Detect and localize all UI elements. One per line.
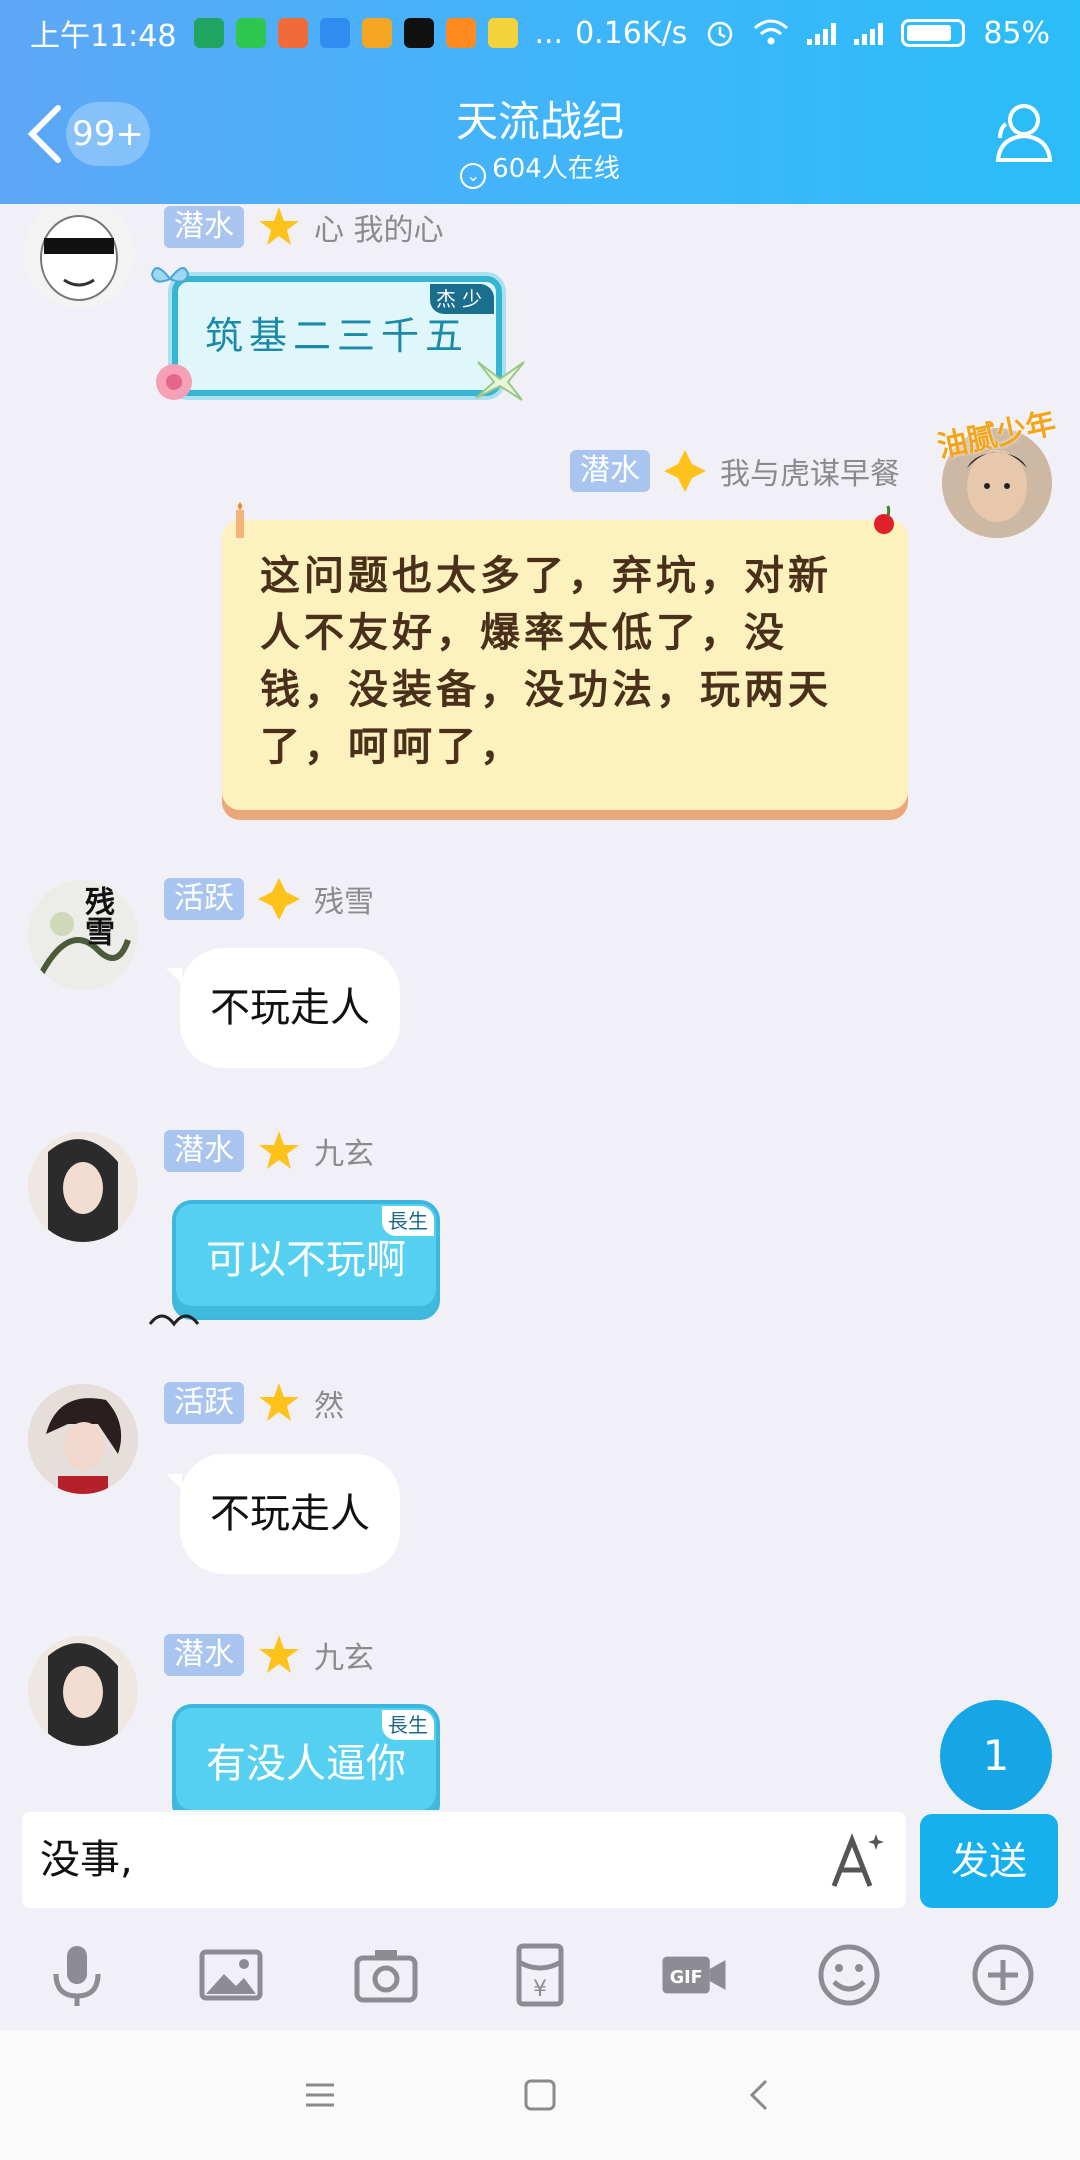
red-packet-icon[interactable]: ¥ [505, 1940, 575, 2010]
menu-icon[interactable] [300, 2075, 340, 2115]
chevron-down-circle-icon: ⌄ [460, 163, 487, 189]
member-level-tag: 潜水 [164, 1634, 244, 1676]
nav-back-icon[interactable] [740, 2075, 780, 2115]
status-bar: 上午11:48 ... 0.16K/s 85% [0, 0, 1080, 66]
message-input-text: 没事, [40, 1837, 133, 1883]
shield-app-icon [194, 18, 225, 48]
plus-icon[interactable] [968, 1940, 1038, 2010]
signal-icon-2 [854, 21, 884, 45]
top-bar: 上午11:48 ... 0.16K/s 85% 99+ 天流战纪 ⌄ 604人在… [0, 0, 1080, 204]
battery-percent: 85% [983, 15, 1050, 51]
wechat-icon [236, 18, 267, 48]
message-text: 这问题也太多了，弃坑，对新人不友好，爆率太低了，没钱，没装备，没功法，玩两天了，… [260, 553, 832, 770]
alarm-icon [708, 21, 733, 47]
message-text: 筑基二三千五 [204, 314, 469, 358]
bubble-corner-tag: 杰少 [430, 284, 494, 314]
status-time: 上午11:48 [30, 19, 177, 54]
message-app-icon [320, 18, 351, 48]
avatar[interactable] [28, 1636, 138, 1746]
online-count[interactable]: ⌄ 604人在线 [0, 148, 1080, 189]
sender-meta: 活跃 残雪 [164, 876, 374, 922]
system-nav-bar [0, 2030, 1080, 2160]
lily-decoration-icon [475, 361, 525, 401]
message-text: 不玩走人 [210, 1491, 370, 1537]
sender-name: 残雪 [314, 885, 374, 920]
bubble-corner-tag: 長生 [382, 1710, 434, 1740]
message-text: 可以不玩啊 [206, 1237, 406, 1283]
member-level-tag: 潜水 [570, 450, 650, 492]
sender-meta: 潜水 九玄 [164, 1632, 374, 1678]
image-icon[interactable] [196, 1940, 266, 2010]
sender-meta: 潜水 九玄 [164, 1128, 374, 1174]
avatar[interactable] [24, 204, 134, 308]
online-count-text: 604人在线 [492, 154, 620, 184]
svg-text:¥: ¥ [533, 1977, 547, 2002]
signal-icon-1 [807, 21, 837, 45]
sender-name: 心 我的心 [314, 213, 444, 248]
message-bubble[interactable]: 不玩走人 [166, 1454, 400, 1574]
font-style-icon[interactable] [824, 1828, 888, 1892]
sender-meta: 潜水 我与虎谋早餐 [570, 448, 900, 494]
avatar-caption: 残雪 [79, 886, 114, 946]
bubble-corner-tag: 長生 [382, 1206, 434, 1236]
tiktok-icon [404, 18, 435, 48]
composer-bar: 没事, 发送 [0, 1810, 1080, 1920]
avatar[interactable] [28, 1132, 138, 1242]
message-text: 有没人逼你 [206, 1741, 406, 1787]
group-title[interactable]: 天流战纪 [0, 88, 1080, 149]
avatar[interactable] [28, 1384, 138, 1494]
star-icon [259, 1131, 299, 1169]
star-icon [259, 1635, 299, 1673]
member-level-tag: 活跃 [164, 878, 244, 920]
member-level-tag: 活跃 [164, 1382, 244, 1424]
candle-decoration-icon [236, 502, 244, 538]
more-notifications: ... [534, 15, 564, 51]
message-bubble[interactable]: 筑基二三千五 杰少 [172, 276, 502, 396]
anime-avatar-icon [28, 1636, 138, 1746]
message-bubble[interactable]: 这问题也太多了，弃坑，对新人不友好，爆率太低了，没钱，没装备，没功法，玩两天了，… [222, 520, 908, 810]
butterfly-decoration-icon [150, 267, 190, 283]
video-app-icon [362, 18, 393, 48]
chat-list[interactable]: 潜水 心 我的心 筑基二三千五 杰少 油腻少年 潜水 我与虎谋早餐 这问题也太多… [0, 204, 1080, 1810]
emoji-icon[interactable] [814, 1940, 884, 2010]
net-speed: 0.16K/s [575, 15, 688, 51]
sender-meta: 潜水 心 我的心 [164, 204, 444, 250]
taobao-icon [446, 18, 477, 48]
diamond-star-icon [258, 878, 300, 920]
message-bubble[interactable]: 有没人逼你 長生 [172, 1704, 440, 1810]
sender-name: 九玄 [314, 1641, 374, 1676]
wifi-icon [754, 19, 789, 45]
member-level-tag: 潜水 [164, 1130, 244, 1172]
anime-avatar-icon [28, 1132, 138, 1242]
sender-name: 九玄 [314, 1137, 374, 1172]
anime-avatar-icon [28, 1384, 138, 1494]
sender-name: 然 [314, 1389, 344, 1424]
battery-icon [901, 19, 966, 47]
group-members-icon[interactable] [986, 98, 1056, 168]
home-icon[interactable] [520, 2075, 560, 2115]
mi-icon [278, 18, 309, 48]
bird-decoration-icon [148, 1314, 200, 1327]
svg-text:GIF: GIF [670, 1968, 703, 1988]
meme-face-icon [24, 204, 134, 308]
sender-name: 我与虎谋早餐 [720, 457, 900, 492]
news-app-icon [488, 18, 519, 48]
new-message-badge[interactable]: 1 [940, 1700, 1052, 1822]
composer-toolbar: ¥ GIF [0, 1920, 1080, 2030]
microphone-icon[interactable] [42, 1940, 112, 2010]
flower-decoration-icon [156, 364, 192, 400]
camera-icon[interactable] [351, 1940, 421, 2010]
send-button[interactable]: 发送 [920, 1814, 1058, 1908]
message-bubble[interactable]: 可以不玩啊 長生 [172, 1200, 440, 1320]
sender-meta: 活跃 然 [164, 1380, 344, 1426]
message-text: 不玩走人 [210, 985, 370, 1031]
gif-icon[interactable]: GIF [659, 1940, 729, 2010]
star-icon [259, 207, 299, 245]
cherry-decoration-icon [874, 505, 894, 534]
message-input[interactable]: 没事, [22, 1812, 906, 1908]
star-icon [259, 1383, 299, 1421]
member-level-tag: 潜水 [164, 206, 244, 248]
message-bubble[interactable]: 不玩走人 [166, 948, 400, 1068]
diamond-star-icon [664, 450, 706, 492]
